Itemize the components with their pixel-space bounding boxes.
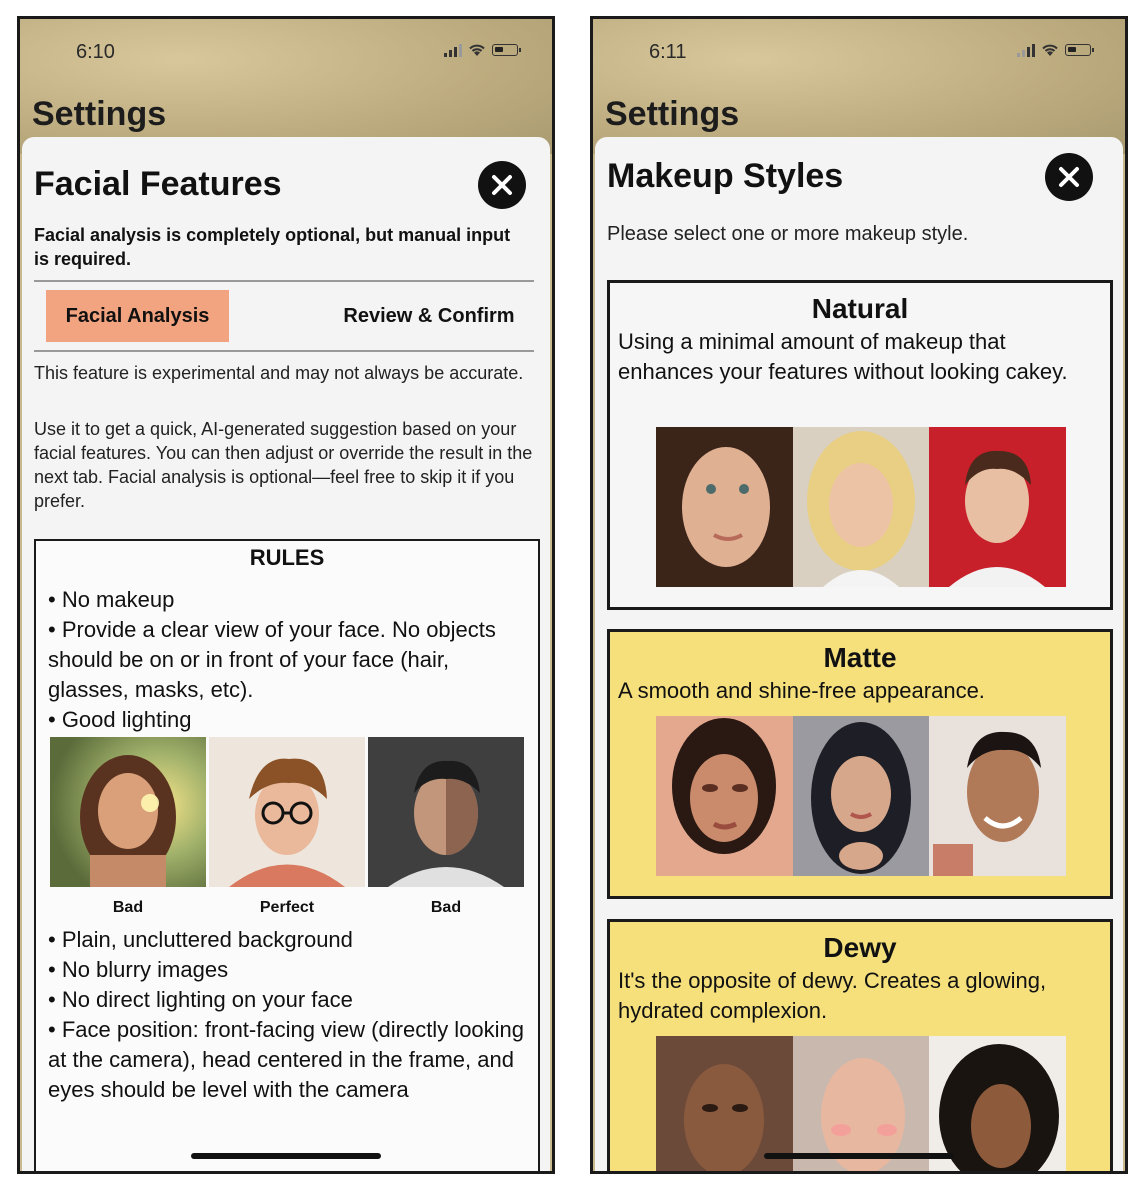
rule-item: • Face position: front-facing view (dire…	[48, 1017, 525, 1102]
style-images	[656, 716, 1067, 876]
close-button[interactable]	[478, 161, 526, 209]
style-name: Matte	[823, 642, 897, 673]
rule-item: • No blurry images	[48, 957, 229, 982]
style-description: Using a minimal amount of makeup that en…	[618, 329, 1068, 384]
style-name: Natural	[811, 293, 909, 324]
style-photo	[792, 716, 930, 876]
rule-item: • Plain, uncluttered background	[48, 927, 353, 952]
style-photo	[929, 427, 1067, 587]
style-card-natural[interactable]: Natural Using a minimal amount of makeup…	[607, 280, 1113, 610]
style-card-dewy[interactable]: Dewy It's the opposite of dewy. Creates …	[607, 919, 1113, 1171]
facial-features-sheet: Facial Features Facial analysis is compl…	[22, 137, 550, 1171]
sheet-title: Facial Features	[34, 165, 282, 203]
home-indicator	[191, 1153, 381, 1159]
rules-title: RULES	[249, 545, 325, 570]
background-page-title: Settings	[605, 95, 740, 133]
background-page-title: Settings	[32, 95, 167, 133]
rule-item: • No makeup	[48, 587, 175, 612]
example-label: Perfect	[259, 899, 315, 916]
sheet-title: Makeup Styles	[607, 157, 844, 195]
style-photo	[656, 427, 793, 587]
tab-bar: Facial Analysis Review & Confirm	[34, 280, 534, 352]
sheet-subtitle: Please select one or more makeup style.	[607, 223, 969, 245]
phone-screen-makeup-styles: 6:11 Settings Makeup Styles Please selec…	[590, 16, 1128, 1174]
home-indicator	[764, 1153, 954, 1159]
wifi-icon	[469, 44, 485, 56]
signal-icon	[444, 43, 462, 57]
style-card-matte[interactable]: Matte A smooth and shine-free appearance…	[607, 629, 1113, 899]
style-images	[656, 1036, 1067, 1171]
makeup-styles-sheet: Makeup Styles Please select one or more …	[595, 137, 1123, 1171]
status-time: 6:10	[76, 41, 115, 63]
status-icons	[1017, 43, 1094, 57]
style-photo	[929, 716, 1067, 876]
example-label: Bad	[112, 899, 144, 916]
close-icon	[492, 175, 512, 195]
style-name: Dewy	[823, 932, 897, 963]
close-icon	[1059, 167, 1079, 187]
style-photo	[792, 427, 930, 587]
wifi-icon	[1042, 44, 1058, 56]
rules-box: RULES • No makeup • Provide a clear view…	[34, 539, 540, 1171]
feature-description: Use it to get a quick, AI-generated sugg…	[34, 419, 533, 511]
rule-item: • No direct lighting on your face	[48, 987, 353, 1012]
style-description: It's the opposite of dewy. Creates a glo…	[618, 968, 1047, 1023]
experimental-note: This feature is experimental and may not…	[34, 363, 524, 383]
phone-screen-facial-features: 6:10 Settings Facial Features Facial ana…	[17, 16, 555, 1174]
style-photo	[656, 1036, 793, 1171]
battery-icon	[492, 44, 521, 56]
example-photo-bad-lighting	[50, 737, 206, 887]
example-photo-bad-shadow	[368, 737, 524, 887]
style-photo	[929, 1036, 1067, 1171]
tab-facial-analysis[interactable]: Facial Analysis	[46, 290, 229, 342]
style-photo	[792, 1036, 930, 1171]
style-images	[656, 427, 1067, 587]
style-description: A smooth and shine-free appearance.	[618, 678, 985, 703]
example-label: Bad	[430, 899, 462, 916]
intro-text: Facial analysis is completely optional, …	[34, 225, 511, 269]
tab-review-confirm[interactable]: Review & Confirm	[324, 290, 534, 342]
rule-item: • Good lighting	[48, 707, 192, 732]
style-photo	[656, 716, 793, 876]
battery-icon	[1065, 44, 1094, 56]
status-time: 6:11	[649, 41, 687, 63]
example-photo-perfect	[209, 737, 365, 887]
close-button[interactable]	[1045, 153, 1093, 201]
signal-icon	[1017, 43, 1035, 57]
status-icons	[444, 43, 521, 57]
rule-item: • Provide a clear view of your face. No …	[48, 617, 496, 702]
